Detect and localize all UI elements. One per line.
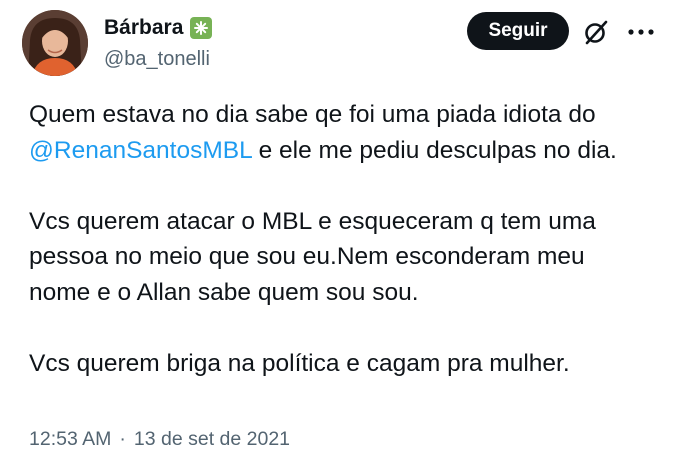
name-row: Bárbara (104, 14, 213, 42)
tweet-paragraph: Vcs querem atacar o MBL e esqueceram q t… (29, 204, 669, 311)
tweet-paragraph: Vcs querem briga na política e cagam pra… (29, 346, 669, 382)
tweet-text-line: Vcs querem atacar o MBL e esqueceram q t… (29, 207, 596, 235)
tweet-text: Quem estava no dia sabe qe foi uma piada… (29, 97, 669, 381)
tweet-text-line: Vcs querem briga na política e cagam pra… (29, 349, 570, 377)
timestamp-time[interactable]: 12:53 AM (29, 428, 111, 451)
display-name[interactable]: Bárbara (104, 16, 183, 40)
meta-separator: · (119, 428, 126, 450)
tweet: Bárbara @ba_tonelli Seguir Quem estava n… (0, 0, 680, 474)
tweet-text-line: e ele me pediu desculpas no dia. (251, 136, 617, 164)
grok-icon[interactable] (581, 17, 611, 47)
handle[interactable]: @ba_tonelli (104, 48, 212, 71)
tweet-meta: 12:53 AM · 13 de set de 2021 (29, 428, 290, 451)
mention-link[interactable]: @RenanSantosMBL (29, 137, 252, 164)
timestamp-date[interactable]: 13 de set de 2021 (134, 428, 290, 451)
tweet-text-line: nome e o Allan sabe quem sou sou. (29, 278, 419, 306)
tweet-text-line: pessoa no meio que sou eu.Nem esconderam… (29, 243, 585, 270)
tweet-text-line: Quem estava no dia sabe qe foi uma piada… (29, 101, 596, 128)
avatar-photo (22, 10, 88, 76)
more-horizontal-icon[interactable] (626, 22, 656, 42)
avatar[interactable] (22, 10, 88, 76)
tweet-paragraph: Quem estava no dia sabe qe foi uma piada… (29, 97, 669, 168)
author-block: Bárbara @ba_tonelli (104, 14, 213, 71)
sparkle-emoji-icon (190, 17, 213, 39)
follow-button[interactable]: Seguir (467, 12, 569, 50)
